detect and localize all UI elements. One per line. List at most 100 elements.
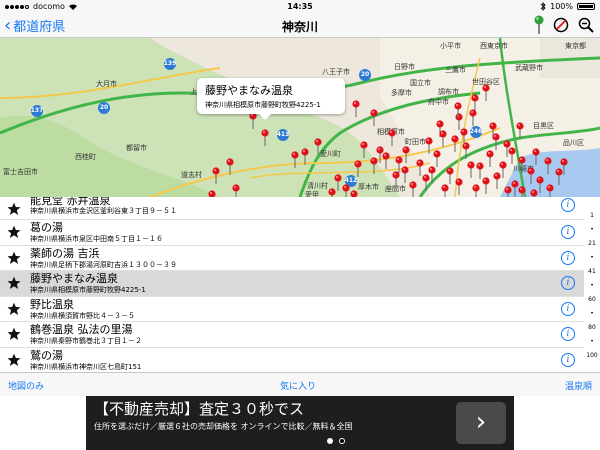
map-pin-icon[interactable] bbox=[226, 158, 234, 176]
map-pin-icon[interactable] bbox=[352, 100, 360, 118]
map-pin-icon[interactable] bbox=[446, 167, 454, 185]
info-icon[interactable]: i bbox=[561, 352, 575, 367]
map-view[interactable]: 1392013741324641220 大月市上野原市八王子市日野市三鷹市国立市… bbox=[0, 38, 600, 197]
map-pin-icon[interactable] bbox=[460, 128, 468, 146]
favorite-star-icon[interactable] bbox=[7, 202, 21, 216]
map-pin-icon[interactable] bbox=[451, 135, 459, 153]
map-pin-icon[interactable] bbox=[402, 146, 410, 164]
info-icon[interactable]: i bbox=[561, 276, 575, 290]
section-index-item[interactable]: • bbox=[584, 310, 600, 317]
map-pin-icon[interactable] bbox=[409, 181, 417, 197]
map-pin-icon[interactable] bbox=[530, 189, 538, 197]
map-pin-icon[interactable] bbox=[527, 167, 535, 185]
map-pin-icon[interactable] bbox=[212, 167, 220, 185]
favorite-star-icon[interactable] bbox=[7, 251, 21, 265]
map-place-label: 品川区 bbox=[563, 139, 584, 147]
map-pin-icon[interactable] bbox=[493, 172, 501, 190]
spa-list-row[interactable]: 鷲の湯 神奈川県横浜市神奈川区七島町151 i bbox=[0, 348, 584, 373]
spa-list-row[interactable]: 薬師の湯 吉浜 神奈川県足柄下郡湯河原町吉浜１３００－３９ i bbox=[0, 246, 584, 271]
pin-location-icon[interactable] bbox=[534, 15, 544, 35]
map-pin-icon[interactable] bbox=[360, 141, 368, 159]
map-pin-icon[interactable] bbox=[492, 133, 500, 151]
section-index[interactable]: 1 • 21 • 41 • 60 • 80 • 100 bbox=[584, 200, 600, 372]
spa-list-row[interactable]: 葛の湯 神奈川県横浜市泉区中田南５丁目１－１６ i bbox=[0, 220, 584, 246]
spa-list-row[interactable]: 野比温泉 神奈川県横須賀市野比４－３－５ i bbox=[0, 297, 584, 322]
map-pin-icon[interactable] bbox=[441, 184, 449, 197]
favorite-star-icon[interactable] bbox=[7, 327, 21, 341]
map-pin-icon[interactable] bbox=[370, 157, 378, 175]
map-pin-icon[interactable] bbox=[291, 151, 299, 169]
map-pin-icon[interactable] bbox=[328, 188, 336, 197]
spa-list-row[interactable]: 鶴巻温泉 弘法の里湯 神奈川県秦野市鶴巻北３丁目１－２ i bbox=[0, 322, 584, 348]
map-pin-icon[interactable] bbox=[516, 122, 524, 140]
info-icon[interactable]: i bbox=[561, 225, 575, 239]
map-pin-icon[interactable] bbox=[301, 148, 309, 166]
map-pin-icon[interactable] bbox=[455, 178, 463, 196]
map-pin-icon[interactable] bbox=[401, 166, 409, 184]
sort-order-button[interactable]: 温泉順 bbox=[565, 379, 592, 392]
info-icon[interactable]: i bbox=[561, 198, 575, 212]
section-index-item[interactable]: 100 bbox=[584, 352, 600, 359]
map-pin-icon[interactable] bbox=[350, 190, 358, 197]
map-pin-icon[interactable] bbox=[508, 147, 516, 165]
section-index-item[interactable]: 41 bbox=[584, 268, 600, 275]
section-index-item[interactable]: • bbox=[584, 338, 600, 345]
map-pin-icon[interactable] bbox=[486, 150, 494, 168]
favorite-star-icon[interactable] bbox=[7, 276, 21, 290]
map-pin-icon[interactable] bbox=[232, 184, 240, 197]
map-pin-icon[interactable] bbox=[249, 112, 257, 130]
section-index-item[interactable]: • bbox=[584, 254, 600, 261]
favorite-star-icon[interactable] bbox=[7, 353, 21, 367]
map-pin-icon[interactable] bbox=[425, 137, 433, 155]
map-pin-icon[interactable] bbox=[342, 184, 350, 197]
map-pin-icon[interactable] bbox=[388, 129, 396, 147]
map-pin-icon[interactable] bbox=[472, 184, 480, 197]
section-index-item[interactable]: 21 bbox=[584, 240, 600, 247]
ad-banner[interactable]: 【不動産売却】査定３０秒でス 住所を選ぶだけ／厳選６社の売却価格を オンラインで… bbox=[86, 396, 514, 450]
section-index-item[interactable]: 60 bbox=[584, 296, 600, 303]
ad-headline: 【不動産売却】査定３０秒でス bbox=[94, 400, 305, 418]
zoom-out-icon[interactable] bbox=[578, 17, 594, 33]
section-index-item[interactable]: 80 bbox=[584, 324, 600, 331]
map-pin-icon[interactable] bbox=[416, 159, 424, 177]
map-pin-icon[interactable] bbox=[392, 171, 400, 189]
map-pin-icon[interactable] bbox=[433, 150, 441, 168]
map-pin-icon[interactable] bbox=[354, 160, 362, 178]
map-only-button[interactable]: 地図のみ bbox=[8, 379, 44, 392]
section-index-item[interactable]: • bbox=[584, 282, 600, 289]
map-pin-icon[interactable] bbox=[439, 130, 447, 148]
map-pin-icon[interactable] bbox=[482, 84, 490, 102]
spa-address: 神奈川県足柄下郡湯河原町吉浜１３００－３９ bbox=[30, 260, 177, 269]
map-pin-icon[interactable] bbox=[261, 129, 269, 147]
map-pin-icon[interactable] bbox=[476, 162, 484, 180]
map-pin-icon[interactable] bbox=[454, 102, 462, 120]
info-icon[interactable]: i bbox=[561, 250, 575, 265]
favorite-star-icon[interactable] bbox=[7, 225, 21, 239]
map-callout[interactable]: 藤野やまなみ温泉 神奈川県相模原市藤野町牧野4225-1 bbox=[197, 78, 345, 120]
map-pin-icon[interactable] bbox=[370, 109, 378, 127]
info-icon[interactable]: i bbox=[561, 327, 575, 341]
map-pin-icon[interactable] bbox=[314, 138, 322, 156]
map-pin-icon[interactable] bbox=[544, 157, 552, 175]
spa-list[interactable]: 能見堂 赤井温泉 神奈川県横浜市金沢区釜利谷東３丁目９－５１ i 葛の湯 神奈川県横浜市… bbox=[0, 197, 584, 372]
map-pin-icon[interactable] bbox=[504, 186, 512, 197]
map-pin-icon[interactable] bbox=[518, 186, 526, 197]
map-pin-icon[interactable] bbox=[560, 158, 568, 176]
favorites-button[interactable]: 気に入り bbox=[280, 379, 316, 392]
info-icon[interactable]: i bbox=[561, 301, 575, 316]
map-pin-icon[interactable] bbox=[428, 166, 436, 184]
favorite-star-icon[interactable] bbox=[7, 302, 21, 316]
no-entry-icon[interactable] bbox=[553, 17, 569, 33]
map-pin-icon[interactable] bbox=[471, 94, 479, 112]
map-pin-icon[interactable] bbox=[208, 190, 216, 197]
map-pin-icon[interactable] bbox=[532, 148, 540, 166]
map-pin-icon[interactable] bbox=[518, 156, 526, 174]
section-index-item[interactable]: • bbox=[584, 226, 600, 233]
ad-arrow-button[interactable]: › bbox=[456, 402, 506, 444]
map-pin-icon[interactable] bbox=[467, 161, 475, 179]
map-pin-icon[interactable] bbox=[546, 184, 554, 197]
section-index-item[interactable]: 1 bbox=[584, 212, 600, 219]
spa-list-row[interactable]: 能見堂 赤井温泉 神奈川県横浜市金沢区釜利谷東３丁目９－５１ i bbox=[0, 197, 584, 220]
spa-list-row[interactable]: 藤野やまなみ温泉 神奈川県相模原市藤野町牧野4225-1 i bbox=[0, 271, 584, 297]
map-pin-icon[interactable] bbox=[382, 152, 390, 170]
